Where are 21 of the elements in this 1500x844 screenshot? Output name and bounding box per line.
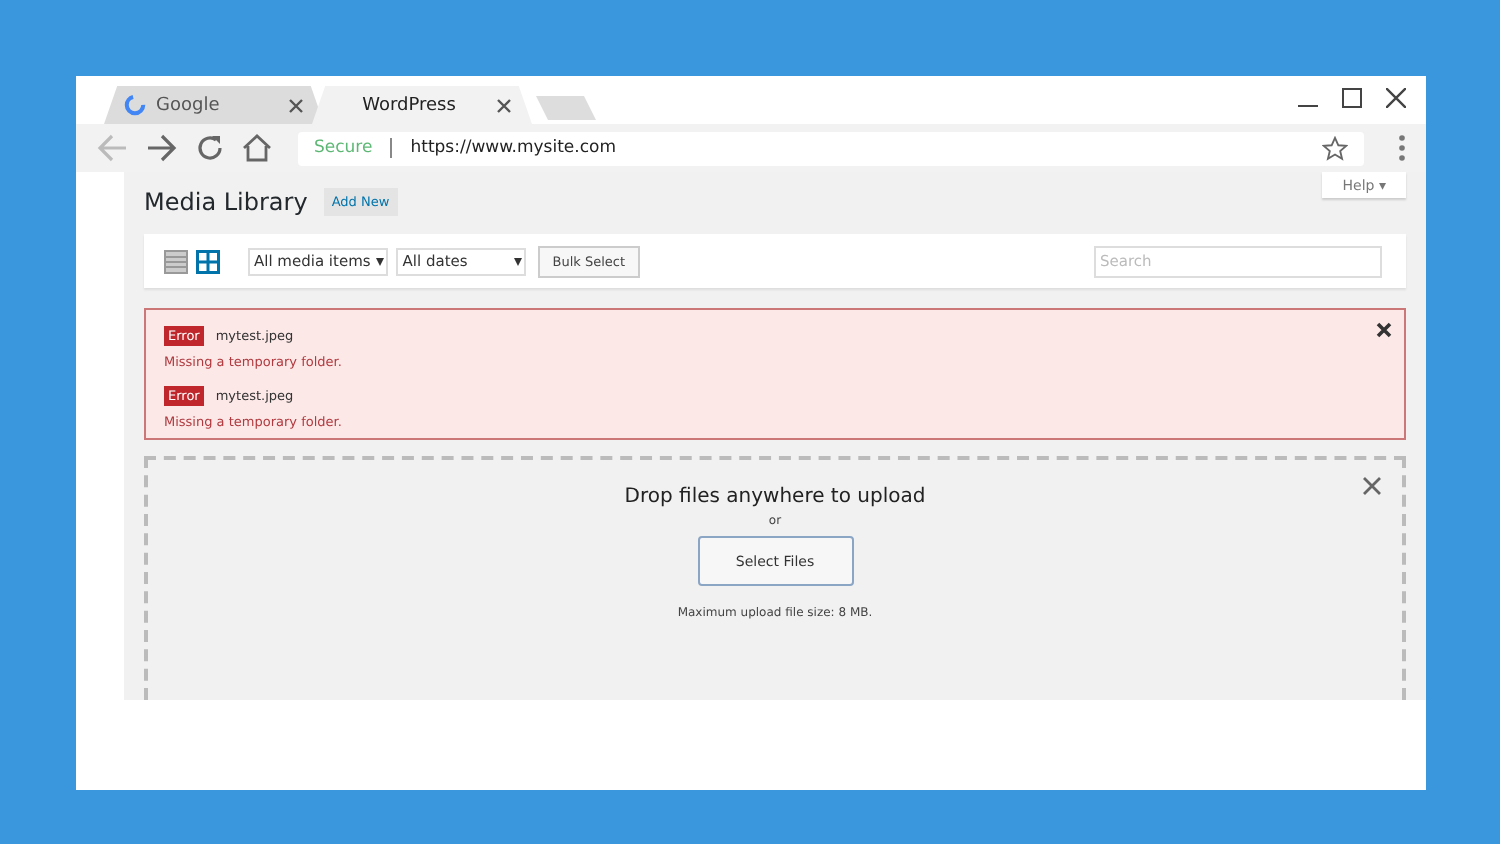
- close-icon[interactable]: [496, 97, 512, 113]
- home-icon[interactable]: [242, 134, 272, 162]
- url-text: https://www.mysite.com: [410, 138, 618, 158]
- star-icon[interactable]: [1322, 135, 1348, 161]
- grid-view-icon[interactable]: [196, 249, 220, 273]
- caret-icon: [514, 255, 523, 267]
- upload-heading: Drop files anywhere to upload: [624, 486, 926, 508]
- address-bar[interactable]: Secure https://www.mysite.com: [298, 131, 1364, 165]
- close-icon[interactable]: [1362, 476, 1382, 496]
- forward-icon[interactable]: [146, 134, 178, 162]
- secure-label: Secure: [314, 138, 373, 158]
- page-title: Media Library: [144, 188, 308, 216]
- browser-tab[interactable]: WordPress: [312, 86, 532, 124]
- close-icon[interactable]: [288, 97, 304, 113]
- list-view-icon[interactable]: [164, 249, 188, 273]
- maximize-icon[interactable]: [1342, 88, 1362, 108]
- close-icon[interactable]: [1386, 88, 1406, 108]
- menu-icon[interactable]: [1398, 134, 1406, 162]
- reload-icon[interactable]: [196, 134, 224, 162]
- caret-icon: [376, 255, 385, 267]
- close-icon[interactable]: [1376, 322, 1392, 338]
